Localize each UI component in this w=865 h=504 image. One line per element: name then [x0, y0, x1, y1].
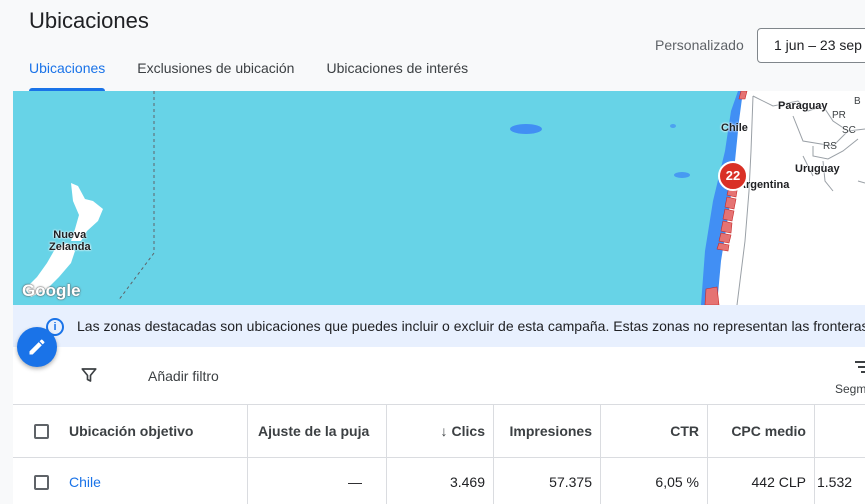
map-label-rs: RS: [823, 141, 837, 152]
locations-table: Ubicación objetivo Ajuste de la puja ↓ Cl…: [13, 405, 865, 504]
map-label-new-zealand: Nueva Zelanda: [49, 229, 91, 253]
column-header-location[interactable]: Ubicación objetivo: [69, 405, 239, 457]
map-label-b: B: [854, 96, 861, 107]
info-banner: i Las zonas destacadas son ubicaciones q…: [13, 305, 865, 347]
tab-location-exclusions[interactable]: Exclusiones de ubicación: [121, 48, 310, 91]
chile-region: [722, 208, 735, 222]
column-header-clicks-label: Clics: [451, 423, 485, 439]
location-link[interactable]: Chile: [69, 458, 239, 504]
ctr-value: 6,05 %: [655, 474, 699, 490]
column-header-clicks[interactable]: ↓ Clics: [387, 405, 485, 457]
table-row: Chile — 3.469 57.375 6,05 % 442 CLP 1.53…: [13, 458, 865, 504]
clicks-value: 3.469: [449, 474, 485, 490]
add-filter-button[interactable]: Añadir filtro: [148, 368, 219, 384]
filter-icon[interactable]: [80, 366, 98, 384]
map-label-uruguay: Uruguay: [795, 163, 840, 175]
date-range-label: Personalizado: [655, 37, 744, 53]
cost-value: 1.532: [817, 474, 853, 490]
island-shape: [510, 124, 542, 134]
segment-icon[interactable]: [853, 359, 865, 375]
tab-locations[interactable]: Ubicaciones: [13, 48, 121, 91]
chile-region: [718, 232, 732, 244]
map-label-pr: PR: [832, 110, 846, 121]
location-cluster-marker[interactable]: 22: [718, 161, 748, 191]
location-map[interactable]: Nueva Zelanda Chile Paraguay Argentina U…: [13, 91, 865, 305]
row-checkbox[interactable]: [34, 475, 49, 490]
tab-locations-of-interest[interactable]: Ubicaciones de interés: [310, 48, 484, 91]
column-header-impressions[interactable]: Impresiones: [494, 405, 592, 457]
map-label-paraguay: Paraguay: [778, 100, 828, 112]
column-header-avg-cpc[interactable]: CPC medio: [708, 405, 806, 457]
column-header-bid-adjustment[interactable]: Ajuste de la puja: [258, 405, 388, 457]
select-all-checkbox[interactable]: [34, 424, 49, 439]
edit-locations-button[interactable]: [17, 327, 57, 367]
avg-cpc-value: 442 CLP: [751, 474, 806, 490]
tab-bar: Ubicaciones Exclusiones de ubicación Ubi…: [13, 48, 484, 91]
page-title: Ubicaciones: [29, 8, 149, 33]
column-header-ctr[interactable]: CTR: [601, 405, 699, 457]
google-logo: Google: [22, 281, 81, 300]
island-shape: [670, 124, 676, 128]
island-shape: [674, 172, 690, 178]
pencil-icon: [29, 339, 45, 355]
chile-region: [704, 286, 720, 305]
map-label-chile: Chile: [721, 122, 748, 134]
chile-region: [724, 196, 737, 210]
date-range-button[interactable]: 1 jun – 23 sep: [757, 28, 865, 63]
map-label-sc: SC: [842, 125, 856, 136]
filter-bar: Añadir filtro Segm: [13, 347, 865, 405]
impressions-value: 57.375: [549, 474, 592, 490]
table-header-row: Ubicación objetivo Ajuste de la puja ↓ Cl…: [13, 405, 865, 458]
chile-region: [720, 220, 733, 234]
segment-button[interactable]: Segm: [835, 382, 865, 396]
bid-adjustment-value[interactable]: —: [258, 458, 362, 504]
maritime-boundary: [117, 91, 155, 302]
sort-down-icon: ↓: [440, 423, 448, 439]
info-banner-text: Las zonas destacadas son ubicaciones que…: [77, 318, 865, 334]
